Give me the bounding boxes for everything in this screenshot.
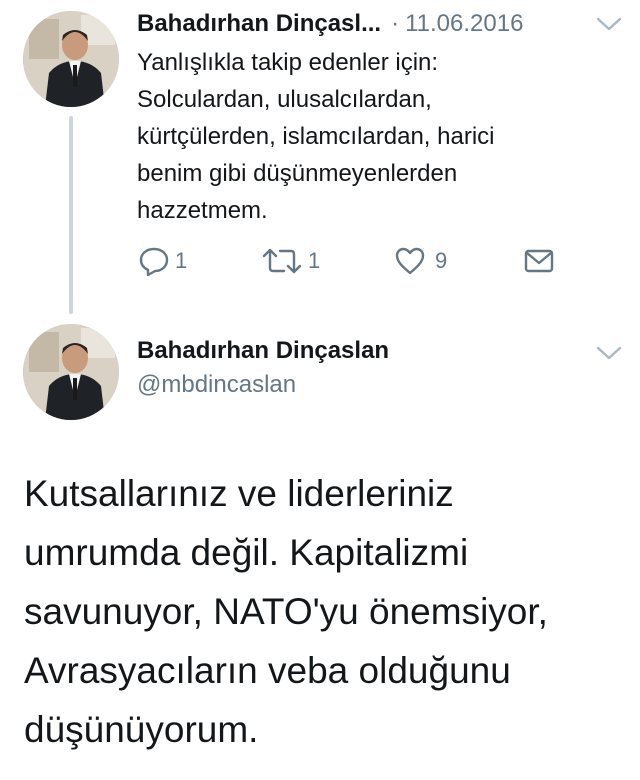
envelope-icon (524, 249, 554, 273)
profile-photo (23, 324, 119, 420)
chevron-down-icon[interactable] (595, 343, 623, 363)
reply-icon (139, 247, 169, 277)
like-count: 9 (435, 248, 448, 273)
heart-icon (395, 247, 425, 275)
thread-connector (69, 116, 73, 314)
direct-message-button[interactable] (522, 243, 556, 279)
text-line: Solculardan, ulusalcılardan, (137, 86, 432, 113)
avatar[interactable] (23, 11, 119, 107)
tweet-date[interactable]: 11.06.2016 (405, 10, 523, 38)
reply-count: 1 (175, 248, 188, 273)
text-line: kürtçülerden, islamcılardan, harici (137, 123, 495, 150)
avatar[interactable] (23, 324, 119, 420)
main-tweet-text: Kutsallarınız ve liderleriniz umrumda de… (24, 464, 624, 759)
retweet-count: 1 (308, 248, 321, 273)
like-button[interactable]: 9 (393, 243, 447, 279)
text-line: hazzetmem. (137, 197, 268, 224)
text-line: savunuyor, NATO'yu önemsiyor, (24, 591, 548, 632)
author-name[interactable]: Bahadırhan Dinçasl... (137, 10, 381, 38)
text-line: umrumda değil. Kapitalizmi (24, 532, 469, 573)
reply-button[interactable]: 1 (137, 243, 187, 279)
reply-tweet-text: Yanlışlıkla takip edenler için: Solcular… (137, 44, 607, 229)
text-line: Kutsallarınız ve liderleriniz (24, 473, 454, 514)
retweet-button[interactable]: 1 (260, 243, 320, 279)
text-line: düşünüyorum. (24, 709, 259, 750)
author-handle[interactable]: @mbdincaslan (137, 371, 296, 399)
retweet-icon (262, 248, 302, 274)
meta-separator: · (391, 10, 400, 37)
tweet-actions: 1 1 9 (137, 243, 577, 279)
reply-tweet-header: Bahadırhan Dinçasl... · 11.06.2016 (137, 7, 523, 41)
text-line: Yanlışlıkla takip edenler için: (137, 49, 439, 76)
text-line: Avrasyacıların veba olduğunu (24, 650, 511, 691)
profile-photo (23, 11, 119, 107)
chevron-down-icon[interactable] (595, 14, 623, 34)
author-name[interactable]: Bahadırhan Dinçaslan (137, 337, 389, 365)
text-line: benim gibi düşünmeyenlerden (137, 160, 458, 187)
